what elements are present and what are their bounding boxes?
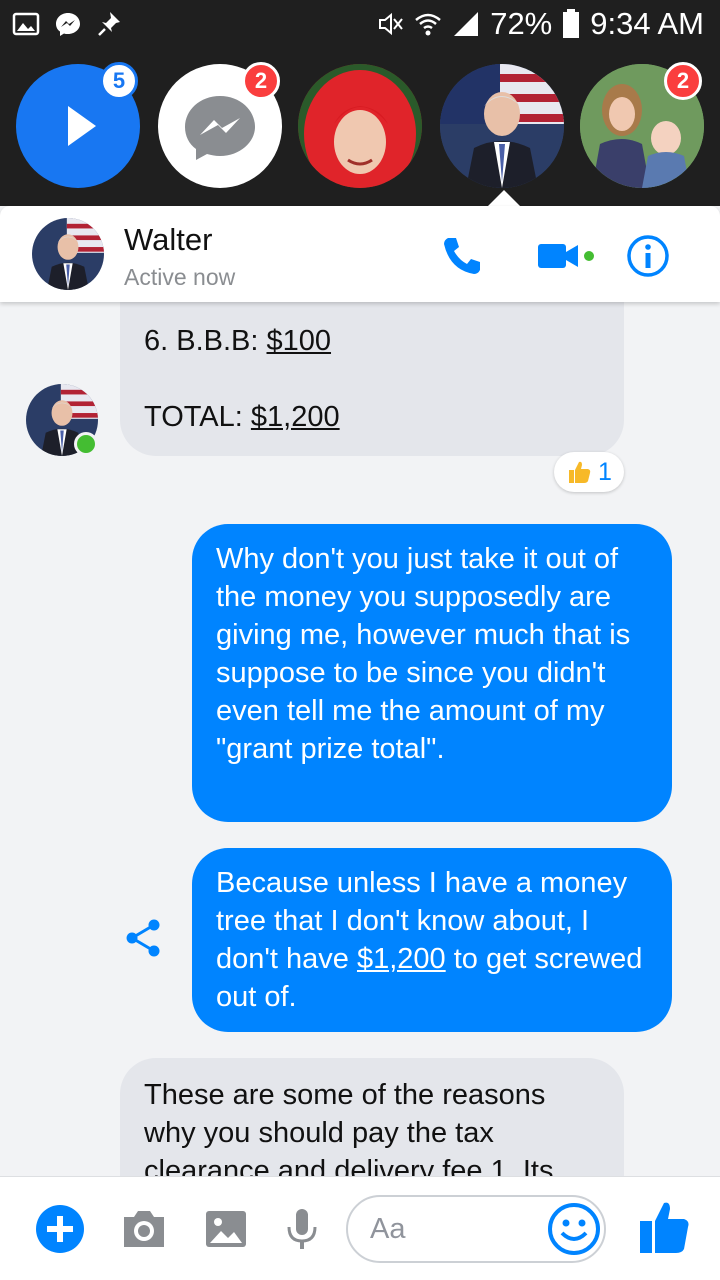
gallery-icon bbox=[12, 12, 40, 36]
avatar-photo bbox=[32, 218, 104, 290]
messenger-icon bbox=[56, 13, 80, 36]
unread-badge: 2 bbox=[242, 62, 280, 100]
pin-icon bbox=[98, 12, 120, 36]
image-icon[interactable] bbox=[200, 1203, 252, 1255]
video-icon[interactable] bbox=[536, 232, 600, 280]
wifi-icon bbox=[415, 13, 442, 36]
message-text: TOTAL: bbox=[144, 401, 251, 433]
camera-icon[interactable] bbox=[118, 1203, 170, 1255]
message-line: TOTAL: $1,200 bbox=[144, 398, 600, 436]
microphone-icon[interactable] bbox=[276, 1203, 328, 1255]
chat-heads-bar: 5 2 2 bbox=[0, 48, 720, 206]
online-indicator bbox=[74, 432, 98, 456]
status-bar: 72% 9:34 AM bbox=[0, 0, 720, 48]
amount-link[interactable]: $100 bbox=[267, 325, 332, 357]
walter-chat-head[interactable] bbox=[440, 64, 564, 188]
message-list[interactable]: 6. B.B.B: $100 TOTAL: $1,200 1 Why don't… bbox=[0, 302, 720, 1176]
info-icon[interactable] bbox=[624, 232, 672, 280]
unread-badge: 5 bbox=[100, 62, 138, 100]
reaction-badge[interactable]: 1 bbox=[554, 452, 624, 492]
outgoing-message[interactable]: Because unless I have a money tree that … bbox=[192, 848, 672, 1032]
message-text: Why don't you just take it out of the mo… bbox=[216, 543, 631, 765]
thumbs-up-reaction-icon bbox=[569, 461, 591, 483]
contact-chat-head[interactable] bbox=[298, 64, 422, 188]
contact-name[interactable]: Walter bbox=[124, 222, 212, 258]
signal-icon bbox=[454, 12, 479, 36]
incoming-message[interactable]: These are some of the reasons why you sh… bbox=[120, 1058, 624, 1176]
emoji-icon[interactable] bbox=[546, 1201, 602, 1257]
composer-bar bbox=[0, 1176, 720, 1280]
phone-icon[interactable] bbox=[438, 232, 486, 280]
message-text: 6. B.B.B: bbox=[144, 325, 267, 357]
battery-percent: 72% bbox=[490, 6, 553, 41]
message-text: These are some of the reasons why you sh… bbox=[144, 1079, 554, 1176]
message-line: 6. B.B.B: $100 bbox=[144, 322, 600, 360]
avatar-photo bbox=[440, 64, 564, 188]
incoming-message[interactable]: 6. B.B.B: $100 TOTAL: $1,200 bbox=[120, 302, 624, 456]
clock: 9:34 AM bbox=[590, 6, 704, 41]
amount-link[interactable]: $1,200 bbox=[357, 943, 446, 975]
plus-icon[interactable] bbox=[34, 1203, 86, 1255]
reaction-count: 1 bbox=[598, 457, 612, 486]
active-head-pointer bbox=[488, 190, 520, 206]
avatar[interactable] bbox=[32, 218, 104, 290]
battery-icon bbox=[563, 9, 580, 38]
mute-icon bbox=[379, 12, 403, 36]
avatar-photo bbox=[298, 64, 422, 188]
like-icon[interactable] bbox=[636, 1197, 692, 1257]
active-status: Active now bbox=[124, 264, 236, 290]
outgoing-message[interactable]: Why don't you just take it out of the mo… bbox=[192, 524, 672, 822]
share-icon[interactable] bbox=[122, 916, 166, 960]
conversation-header: Walter Active now bbox=[0, 206, 720, 302]
amount-link[interactable]: $1,200 bbox=[251, 401, 340, 433]
unread-badge: 2 bbox=[664, 62, 702, 100]
